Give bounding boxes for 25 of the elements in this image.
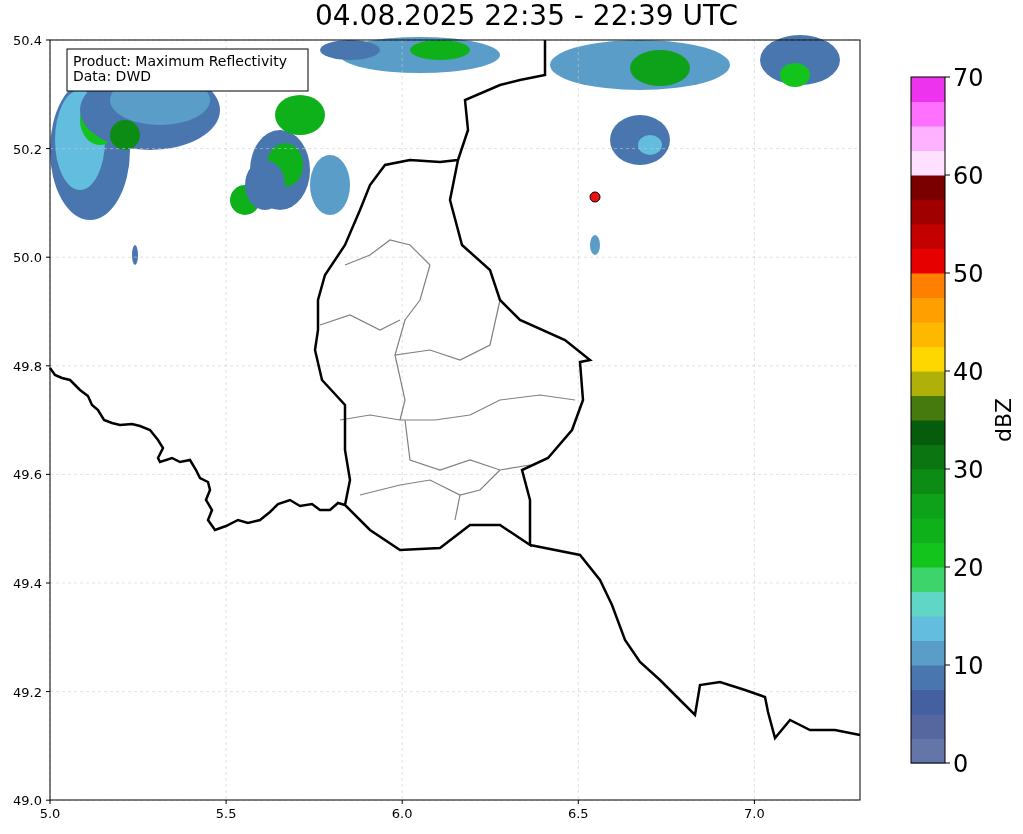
y-tick-label: 50.2 bbox=[13, 141, 42, 157]
colorbar-tick-label: 70 bbox=[953, 64, 984, 92]
x-tick-label: 5.5 bbox=[215, 806, 237, 821]
y-tick-label: 50.0 bbox=[13, 250, 42, 266]
colorbar-tick-label: 30 bbox=[953, 456, 984, 484]
y-tick-label: 49.2 bbox=[13, 684, 42, 700]
x-tick-label: 5.0 bbox=[39, 806, 61, 821]
colorbar-tick-label: 40 bbox=[953, 358, 984, 386]
y-tick-label: 49.0 bbox=[13, 793, 42, 809]
colorbar-tick-label: 0 bbox=[953, 750, 969, 778]
colorbar-tick-label: 50 bbox=[953, 260, 984, 288]
x-tick-label: 6.5 bbox=[567, 806, 589, 821]
info-text: Product: Maximum Reflectivity bbox=[73, 53, 287, 69]
colorbar-tick-label: 20 bbox=[953, 554, 984, 582]
y-tick-label: 49.4 bbox=[13, 576, 42, 591]
colorbar-label: dBZ bbox=[991, 397, 1016, 443]
colorbar-tick-label: 10 bbox=[953, 652, 984, 680]
y-tick-label: 49.6 bbox=[13, 467, 42, 483]
y-tick-label: 50.4 bbox=[13, 33, 42, 48]
colorbar-tick-label: 60 bbox=[953, 162, 984, 190]
x-tick-label: 6.0 bbox=[391, 806, 413, 821]
info-text: Data: DWD bbox=[73, 68, 151, 84]
chart-title: 04.08.2025 22:35 - 22:39 UTC bbox=[315, 0, 738, 30]
y-tick-label: 49.8 bbox=[13, 358, 42, 374]
x-tick-label: 7.0 bbox=[744, 806, 765, 821]
